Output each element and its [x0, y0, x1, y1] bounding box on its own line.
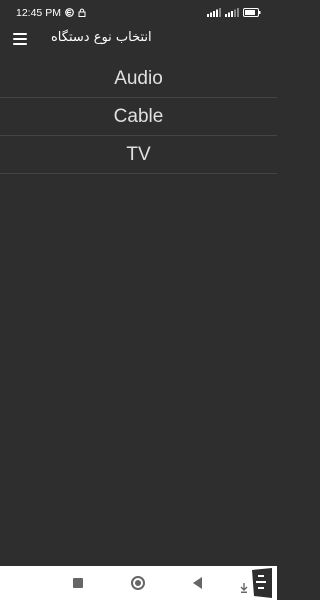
signal-icon [207, 8, 221, 17]
device-item-label: TV [126, 143, 151, 165]
device-item-label: Cable [113, 105, 164, 127]
device-item-audio[interactable]: Audio [0, 60, 277, 98]
menu-icon[interactable] [13, 33, 27, 45]
app-bar: انتخاب نوع دستگاه [0, 25, 277, 57]
signal-icon [225, 8, 239, 17]
device-item-label: Audio [114, 67, 163, 89]
status-bar: 12:45 PM [0, 0, 277, 25]
status-time: 12:45 PM [16, 6, 61, 19]
battery-icon [243, 8, 261, 17]
device-item-cable[interactable]: Cable [0, 98, 277, 136]
lock-icon [78, 8, 86, 17]
status-right [207, 8, 261, 17]
system-nav-bar [0, 566, 277, 600]
app-badge-icon [244, 566, 274, 600]
back-icon[interactable] [193, 577, 202, 589]
device-type-list: Audio Cable TV [0, 60, 277, 174]
home-icon[interactable] [131, 576, 145, 590]
device-item-tv[interactable]: TV [0, 136, 277, 174]
e-icon [65, 8, 74, 17]
page-title: انتخاب نوع دستگاه [51, 30, 152, 45]
recent-apps-icon[interactable] [73, 578, 83, 588]
status-left: 12:45 PM [16, 7, 86, 19]
